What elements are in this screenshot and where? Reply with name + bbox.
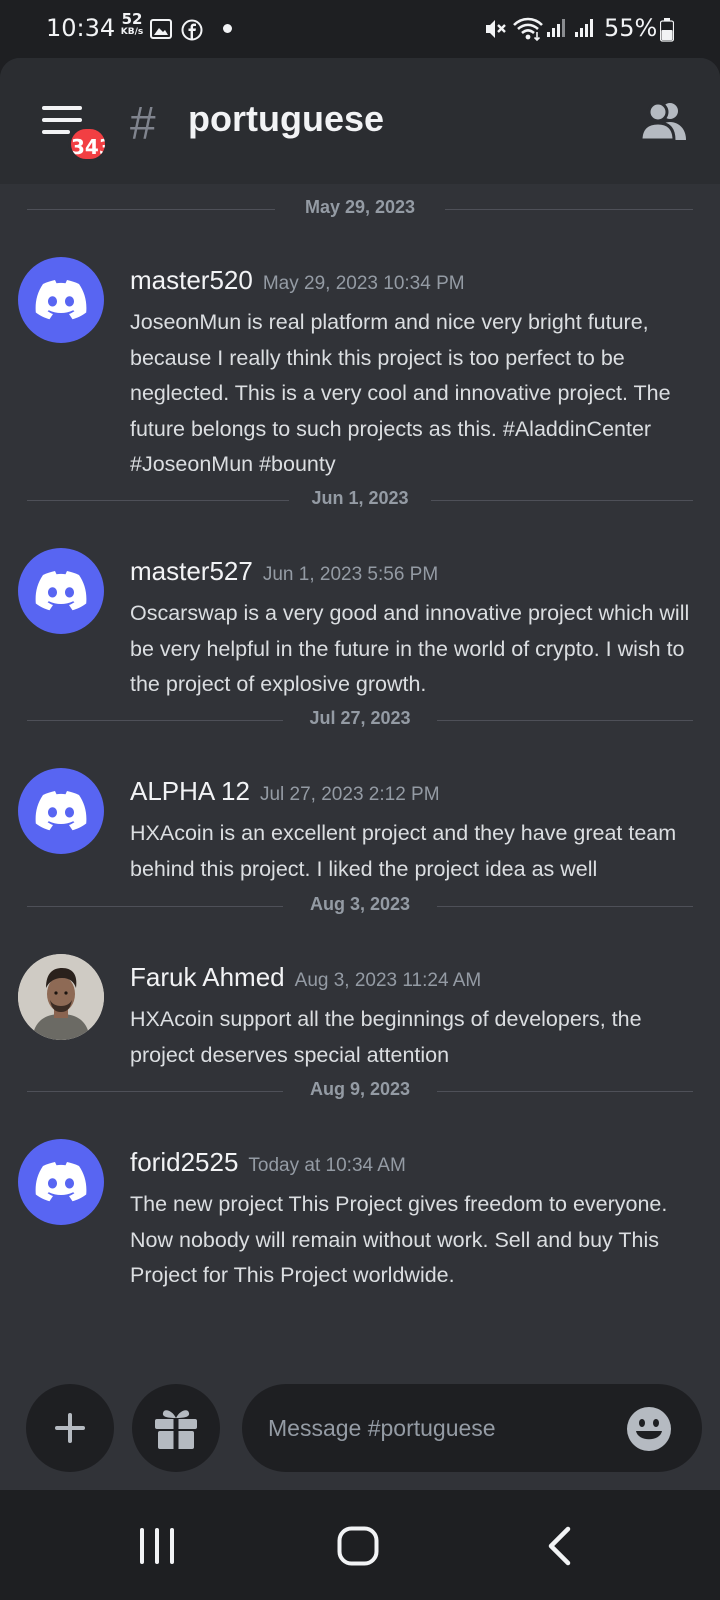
message-text: The new project This Project gives freed… <box>130 1192 668 1287</box>
signal-icon <box>547 19 565 37</box>
date-divider-label: Jun 1, 2023 <box>295 488 425 508</box>
plus-icon <box>55 1413 85 1443</box>
date-divider-label: May 29, 2023 <box>288 197 432 217</box>
date-divider-label: Jul 27, 2023 <box>293 708 427 728</box>
message-composer[interactable] <box>242 1384 702 1472</box>
network-speed-unit: KB/s <box>120 27 144 37</box>
back-icon[interactable] <box>546 1526 572 1566</box>
recent-apps-icon[interactable] <box>138 1528 176 1564</box>
channel-hash-icon: # <box>130 97 156 149</box>
username[interactable]: master527 Jun 1, 2023 5:56 PM <box>130 556 438 587</box>
discord-logo-icon <box>35 1162 87 1202</box>
home-icon[interactable] <box>337 1526 379 1566</box>
wifi-icon <box>513 17 543 42</box>
message-timestamp: Jun 1, 2023 5:56 PM <box>262 564 439 585</box>
message-text: Oscarswap is a very good and innovative … <box>130 601 690 696</box>
gallery-icon <box>150 19 172 39</box>
unread-badge: 343 <box>68 126 108 162</box>
username[interactable]: master520 May 29, 2023 10:34 PM <box>130 265 465 296</box>
message-timestamp: Jul 27, 2023 2:12 PM <box>259 784 440 805</box>
add-attachment-button[interactable] <box>26 1384 114 1472</box>
system-nav-bar <box>0 1490 720 1600</box>
members-icon[interactable] <box>640 100 688 142</box>
message-timestamp: Today at 10:34 AM <box>248 1155 406 1176</box>
channel-header: 343 # portuguese <box>0 58 720 184</box>
mute-icon <box>486 20 506 38</box>
message-text: HXAcoin support all the beginnings of de… <box>130 1007 642 1067</box>
username[interactable]: Faruk Ahmed Aug 3, 2023 11:24 AM <box>130 962 481 993</box>
gift-icon <box>155 1410 197 1449</box>
message-input[interactable] <box>268 1384 608 1472</box>
user-photo-avatar[interactable] <box>18 954 104 1040</box>
message-timestamp: May 29, 2023 10:34 PM <box>262 273 465 294</box>
date-divider-label: Aug 9, 2023 <box>293 1079 427 1099</box>
avatar[interactable] <box>18 768 104 854</box>
date-divider-label: Aug 3, 2023 <box>293 894 427 914</box>
emoji-icon[interactable] <box>626 1406 672 1452</box>
date-divider: Aug 9, 2023 <box>27 1079 693 1103</box>
channel-title: portuguese <box>188 98 385 139</box>
message-timestamp: Aug 3, 2023 11:24 AM <box>294 970 482 991</box>
gift-button[interactable] <box>132 1384 220 1472</box>
chat-panel: 343 # portuguese May 29, 2023 master520M… <box>0 58 720 1490</box>
discord-logo-icon <box>35 571 87 611</box>
date-divider: Jul 27, 2023 <box>27 708 693 732</box>
facebook-icon <box>181 19 203 41</box>
battery-icon <box>660 18 674 42</box>
status-bar: 10:34 52 KB/s 55% <box>0 0 720 58</box>
date-divider: Aug 3, 2023 <box>27 894 693 918</box>
discord-logo-icon <box>35 791 87 831</box>
user-photo <box>18 954 104 1040</box>
avatar[interactable] <box>18 548 104 634</box>
status-time: 10:34 <box>46 14 116 42</box>
date-divider: May 29, 2023 <box>27 197 693 221</box>
date-divider: Jun 1, 2023 <box>27 488 693 512</box>
avatar[interactable] <box>18 1139 104 1225</box>
signal-icon <box>575 19 593 37</box>
discord-logo-icon <box>35 280 87 320</box>
battery-percentage: 55% <box>604 14 658 42</box>
avatar[interactable] <box>18 257 104 343</box>
message-text: JoseonMun is real platform and nice very… <box>130 310 671 476</box>
message-text: HXAcoin is an excellent project and they… <box>130 821 677 881</box>
notification-dot <box>223 24 232 33</box>
network-speed: 52 KB/s <box>118 10 146 38</box>
username[interactable]: ALPHA 12 Jul 27, 2023 2:12 PM <box>130 776 440 807</box>
username[interactable]: forid2525 Today at 10:34 AM <box>130 1147 406 1178</box>
network-speed-value: 52 <box>121 10 143 28</box>
